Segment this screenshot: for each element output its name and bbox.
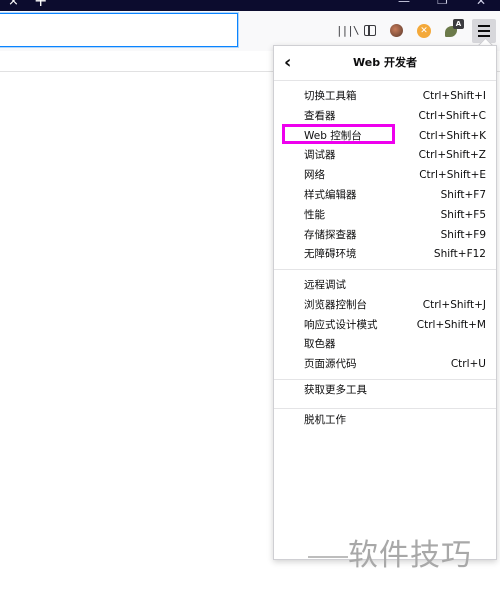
menu-item-shortcut: Shift+F9 [440,228,486,241]
menu-item[interactable]: 浏览器控制台 Ctrl+Shift+J [274,295,496,315]
menu-item-label: 取色器 [304,338,336,351]
panel-title: Web 开发者 [353,56,417,69]
window-minimize-icon[interactable]: — [398,0,410,7]
menu-item[interactable]: 脱机工作 [274,410,496,430]
menu-icon [478,30,490,32]
menu-item-shortcut: Ctrl+U [450,358,486,371]
extension-icon[interactable] [389,23,405,39]
menu-item[interactable]: 查看器 Ctrl+Shift+C [274,106,496,126]
menu-item[interactable]: 切换工具箱 Ctrl+Shift+I [274,86,496,106]
menu-item-shortcut: Shift+F12 [433,248,486,261]
menu-item-label: 无障碍环境 [304,248,357,261]
menu-item[interactable]: 无障碍环境 Shift+F12 [274,244,496,264]
menu-item-shortcut: Ctrl+Shift+I [422,90,486,102]
extension-avatar-icon [390,24,403,37]
menu-item-shortcut: Ctrl+Shift+Z [418,149,486,162]
menu-item-label: 页面源代码 [304,358,357,371]
menu-item-label: 远程调试 [304,279,346,291]
menu-item-label: 获取更多工具 [304,384,367,396]
menu-item[interactable]: 网络 Ctrl+Shift+E [274,165,496,185]
extension-cross-icon: ✕ [417,24,431,38]
menu-icon [478,25,490,27]
separator [274,80,496,81]
window-maximize-icon[interactable]: ❐ [437,0,448,6]
menu-icon [478,35,490,37]
web-developer-panel: ‹ Web 开发者 切换工具箱 Ctrl+Shift+I 查看器 Ctrl+Shift… [273,45,497,560]
menu-item-label: 样式编辑器 [304,189,357,201]
separator [274,269,496,270]
menu-item-label: 性能 [304,208,325,221]
tab-strip: × + — ❐ ✕ [0,0,500,11]
menu-item[interactable]: 性能 Shift+F5 [274,205,496,225]
library-icon[interactable]: |||\ [336,23,360,39]
watermark: 软件技巧 [348,538,472,573]
menu-item-shortcut: Shift+F5 [440,208,486,221]
menu-item-label: 切换工具箱 [304,90,357,102]
menu-item-shortcut: Ctrl+Shift+C [418,109,486,122]
menu-item-label: 调试器 [304,149,336,162]
menu-item-shortcut: Shift+F7 [440,189,486,201]
new-tab-icon[interactable]: + [34,0,47,9]
extension-icon[interactable]: A [444,19,464,39]
menu-item[interactable]: 页面源代码 Ctrl+U [274,354,496,374]
menu-item[interactable]: 样式编辑器 Shift+F7 [274,185,496,205]
extension-icon[interactable]: ✕ [416,23,432,39]
separator [274,408,496,409]
menu-item-label: 查看器 [304,109,336,122]
menu-item[interactable]: 远程调试 [274,275,496,295]
menu-item[interactable]: 取色器 [274,334,496,354]
menu-item[interactable]: 获取更多工具 [274,380,496,400]
menu-item-label: 存储探查器 [304,228,357,241]
extension-badge: A [453,19,464,29]
tab-close-icon[interactable]: × [8,0,19,9]
menu-item-shortcut: Ctrl+Shift+M [416,318,486,331]
menu-item[interactable]: 响应式设计模式 Ctrl+Shift+M [274,315,496,335]
sidebar-icon-frame [364,25,376,36]
window-close-icon[interactable]: ✕ [476,0,486,7]
menu-item-shortcut: Ctrl+Shift+K [418,129,486,142]
highlight-box [282,124,395,144]
menu-item-label: 响应式设计模式 [304,318,378,331]
back-arrow-icon[interactable]: ‹ [284,54,300,72]
menu-item-shortcut: Ctrl+Shift+J [422,298,486,311]
watermark-dash [308,556,348,558]
sidebar-icon-divider [368,26,370,35]
panel-header: ‹ Web 开发者 [274,46,496,80]
menu-item[interactable]: 调试器 Ctrl+Shift+Z [274,145,496,165]
menu-item-shortcut: Ctrl+Shift+E [419,169,486,182]
menu-item-label: 网络 [304,169,325,182]
sidebar-icon[interactable] [363,23,379,39]
menu-item-label: 浏览器控制台 [304,298,367,311]
menu-item-label: 脱机工作 [304,414,346,426]
url-input[interactable] [0,13,238,47]
menu-item[interactable]: 存储探查器 Shift+F9 [274,225,496,245]
